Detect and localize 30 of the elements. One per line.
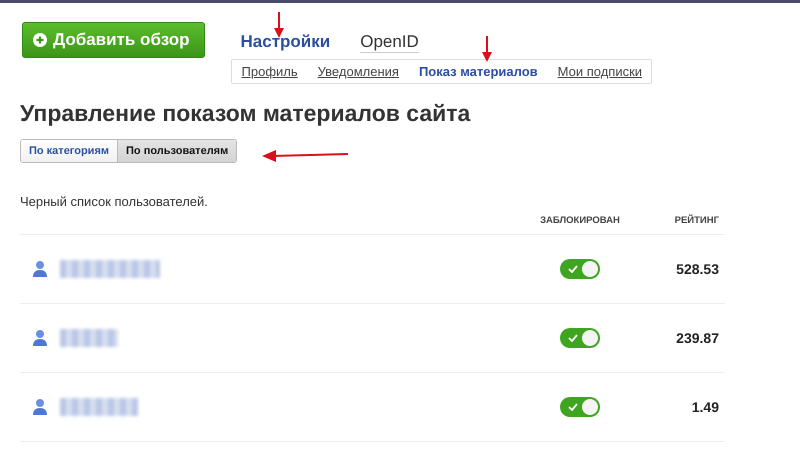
subnav-link[interactable]: Мои подписки (558, 64, 642, 79)
blocked-toggle[interactable] (560, 259, 600, 279)
settings-tab[interactable]: OpenID (360, 32, 419, 53)
settings-tab[interactable]: Настройки (240, 32, 330, 53)
filter-tab[interactable]: По категориям (21, 140, 118, 162)
blocked-toggle[interactable] (560, 328, 600, 348)
filter-tab[interactable]: По пользователям (117, 140, 236, 162)
toggle-knob (582, 261, 598, 277)
subnav-link[interactable]: Уведомления (318, 64, 399, 79)
rating-value: 528.53 (675, 261, 720, 277)
user-icon (32, 260, 48, 278)
user-icon (32, 329, 48, 347)
blurred-username (60, 329, 118, 347)
user-icon (32, 398, 48, 416)
toggle-knob (582, 330, 598, 346)
page-heading: Управление показом материалов сайта (20, 100, 472, 127)
rating-value: 1.49 (690, 399, 720, 415)
subnav-link[interactable]: Профиль (242, 64, 298, 79)
column-header: РЕЙТИНГ (674, 215, 720, 226)
blacklist-caption: Черный список пользователей. (20, 194, 209, 209)
check-icon (568, 403, 578, 411)
check-icon (568, 265, 578, 273)
rating-value: 239.87 (675, 330, 720, 346)
arrow-drawing (482, 36, 492, 62)
column-header: ЗАБЛОКИРОВАН (539, 215, 621, 226)
subnav-link[interactable]: Показ материалов (418, 64, 538, 79)
blocked-toggle[interactable] (560, 397, 600, 417)
toggle-knob (582, 399, 598, 415)
plus-icon (33, 33, 47, 47)
check-icon (568, 334, 578, 342)
